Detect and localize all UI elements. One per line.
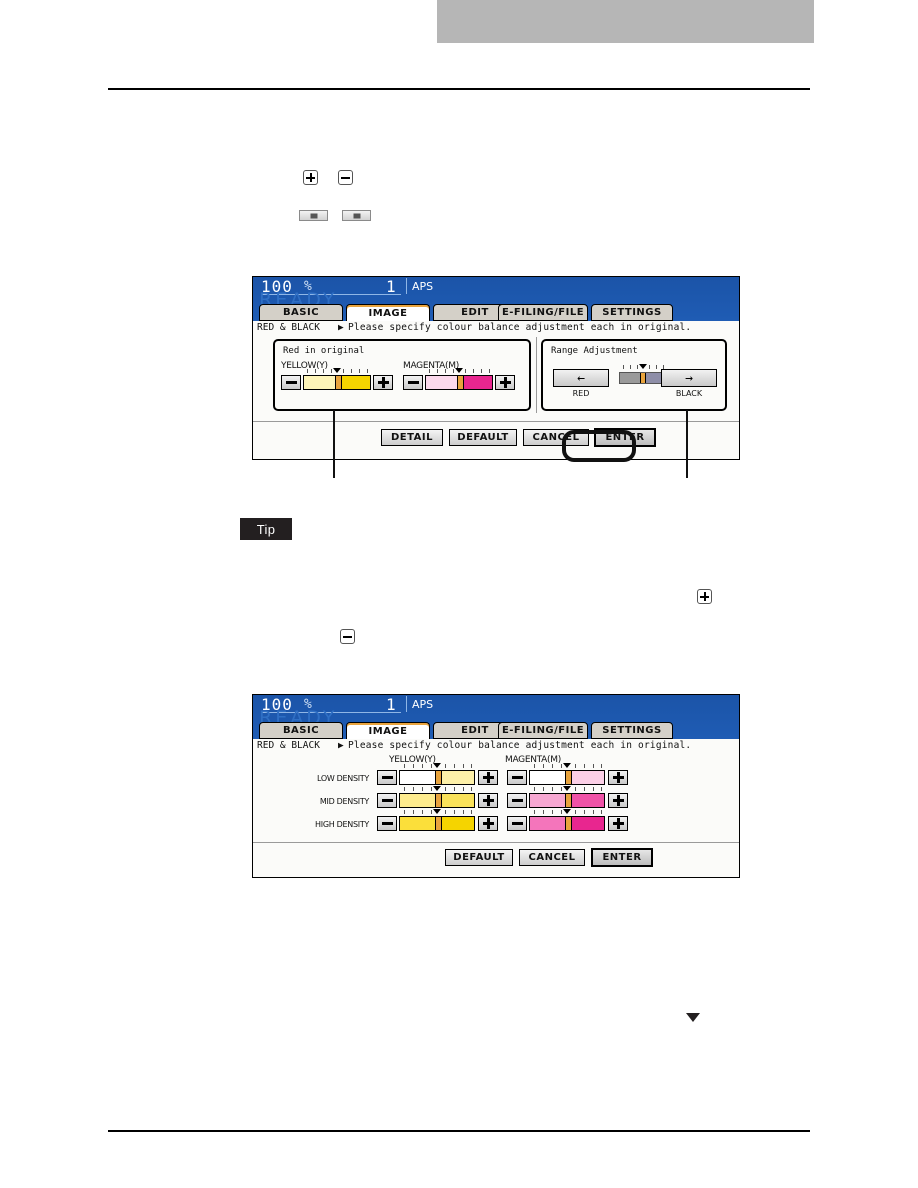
detail-button-1[interactable]: DETAIL	[381, 429, 443, 446]
tab-bar-1: BASIC IMAGE EDIT E-FILING/FILE SETTINGS	[253, 304, 739, 322]
yellow-slider-caret-1	[333, 368, 341, 373]
left-arrow-button-icon	[299, 210, 328, 221]
plus-box-icon	[303, 170, 318, 185]
row-label-high-density: HIGH DENSITY	[315, 820, 369, 829]
mid-yellow-slider-track[interactable]	[399, 793, 475, 808]
high-magenta-slider-track[interactable]	[529, 816, 605, 831]
mid-magenta-slider-track[interactable]	[529, 793, 605, 808]
statusbar-divider-1	[406, 278, 407, 294]
magenta-slider-caret-1	[455, 368, 463, 373]
lcd-header-1: 100 % 1 APS READY BASIC IMAGE EDIT E-FIL…	[253, 277, 739, 322]
range-red-caption: RED	[572, 389, 590, 398]
tab-settings-2[interactable]: SETTINGS	[591, 722, 673, 739]
mode-label-2: RED & BLACK	[257, 740, 320, 751]
leader-line-right	[686, 410, 688, 478]
mode-label-1: RED & BLACK	[257, 322, 320, 333]
minus-box-icon	[338, 170, 353, 185]
magenta-slider-track-1[interactable]	[425, 375, 493, 390]
high-yellow-slider-track[interactable]	[399, 816, 475, 831]
header-rule	[108, 88, 810, 90]
paper-source-label-1: APS	[412, 280, 434, 293]
cancel-button-2[interactable]: CANCEL	[519, 849, 585, 866]
statusbar-divider-2	[406, 696, 407, 712]
mid-yellow-plus-button[interactable]	[478, 793, 498, 808]
low-yellow-plus-button[interactable]	[478, 770, 498, 785]
yellow-plus-button-1[interactable]	[373, 375, 393, 390]
message-arrow-icon-2: ▶	[338, 740, 344, 751]
mid-yellow-minus-button[interactable]	[377, 793, 397, 808]
yellow-slider-track-1[interactable]	[303, 375, 371, 390]
high-magenta-plus-button[interactable]	[608, 816, 628, 831]
message-arrow-icon-1: ▶	[338, 322, 344, 333]
mid-magenta-slider-caret	[563, 786, 571, 791]
tab-bar-2: BASIC IMAGE EDIT E-FILING/FILE SETTINGS	[253, 722, 739, 740]
range-right-arrow-button[interactable]: →	[661, 369, 717, 387]
right-arrow-button-icon	[342, 210, 371, 221]
low-yellow-slider-track[interactable]	[399, 770, 475, 785]
magenta-minus-button-1[interactable]	[403, 375, 423, 390]
range-adjustment-title: Range Adjustment	[551, 346, 638, 356]
tab-basic-2[interactable]: BASIC	[259, 722, 343, 739]
footer-rule	[108, 1130, 810, 1132]
lcd-body-2: RED & BLACK ▶ Please specify colour bala…	[253, 739, 739, 877]
copier-lcd-screen-1: 100 % 1 APS READY BASIC IMAGE EDIT E-FIL…	[252, 276, 740, 460]
high-magenta-minus-button[interactable]	[507, 816, 527, 831]
range-black-caption: BLACK	[675, 389, 703, 398]
tip-badge: Tip	[240, 518, 292, 540]
low-yellow-slider-caret	[433, 763, 441, 768]
tab-image-2[interactable]: IMAGE	[346, 722, 430, 740]
button-separator-2	[253, 842, 739, 843]
mid-magenta-plus-button[interactable]	[608, 793, 628, 808]
range-slider-track[interactable]	[619, 372, 667, 384]
low-magenta-slider-track[interactable]	[529, 770, 605, 785]
message-line-2: RED & BLACK ▶ Please specify colour bala…	[253, 739, 739, 753]
row-label-low-density: LOW DENSITY	[316, 774, 369, 783]
magenta-plus-button-1[interactable]	[495, 375, 515, 390]
tab-efiling-file-1[interactable]: E-FILING/FILE	[498, 304, 588, 321]
yellow-minus-button-1[interactable]	[281, 375, 301, 390]
default-button-1[interactable]: DEFAULT	[449, 429, 517, 446]
paper-source-label-2: APS	[412, 698, 434, 711]
range-adjustment-group: Range Adjustment ← RED → BLACK	[541, 339, 727, 411]
tab-efiling-file-2[interactable]: E-FILING/FILE	[498, 722, 588, 739]
lcd-header-2: 100 % 1 APS READY BASIC IMAGE EDIT E-FIL…	[253, 695, 739, 740]
plus-box-icon-2	[697, 589, 712, 604]
red-in-original-group: Red in original YELLOW(Y) MAGENTA(M)	[273, 339, 531, 411]
lcd-body-1: RED & BLACK ▶ Please specify colour bala…	[253, 321, 739, 459]
message-text-1: Please specify colour balance adjustment…	[348, 322, 692, 333]
message-text-2: Please specify colour balance adjustment…	[348, 740, 692, 751]
red-in-original-title: Red in original	[283, 346, 365, 356]
enter-button-2[interactable]: ENTER	[591, 848, 653, 867]
high-yellow-plus-button[interactable]	[478, 816, 498, 831]
message-line-1: RED & BLACK ▶ Please specify colour bala…	[253, 321, 739, 335]
range-left-arrow-button[interactable]: ←	[553, 369, 609, 387]
button-separator-1	[253, 421, 739, 422]
page-header-band	[437, 0, 814, 43]
low-magenta-slider-caret	[563, 763, 571, 768]
range-slider-caret	[639, 364, 647, 369]
enter-button-callout-highlight	[562, 430, 636, 462]
low-yellow-minus-button[interactable]	[377, 770, 397, 785]
tab-basic-1[interactable]: BASIC	[259, 304, 343, 321]
mid-yellow-slider-caret	[433, 786, 441, 791]
low-magenta-minus-button[interactable]	[507, 770, 527, 785]
default-button-2[interactable]: DEFAULT	[445, 849, 513, 866]
minus-box-icon-2	[340, 629, 355, 644]
copier-lcd-screen-2: 100 % 1 APS READY BASIC IMAGE EDIT E-FIL…	[252, 694, 740, 878]
down-triangle-marker	[686, 1013, 700, 1022]
tab-settings-1[interactable]: SETTINGS	[591, 304, 673, 321]
mid-magenta-minus-button[interactable]	[507, 793, 527, 808]
high-yellow-slider-caret	[433, 809, 441, 814]
leader-line-left	[333, 410, 335, 478]
high-yellow-minus-button[interactable]	[377, 816, 397, 831]
high-magenta-slider-caret	[563, 809, 571, 814]
group-divider-1	[536, 337, 537, 413]
low-magenta-plus-button[interactable]	[608, 770, 628, 785]
tab-image-1[interactable]: IMAGE	[346, 304, 430, 322]
row-label-mid-density: MID DENSITY	[319, 797, 369, 806]
